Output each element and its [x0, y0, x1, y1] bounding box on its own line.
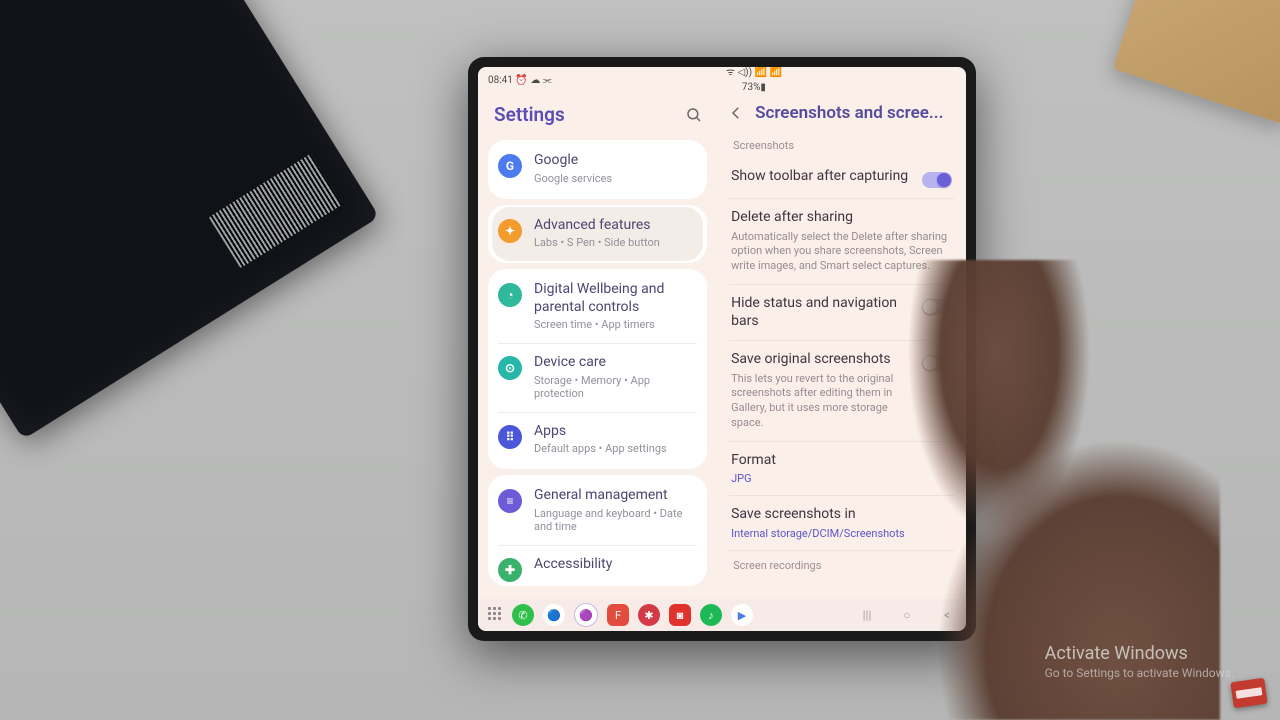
row-title: Show toolbar after capturing: [731, 168, 912, 186]
item-title: Device care: [534, 354, 697, 372]
item-title: Advanced features: [534, 217, 697, 235]
app-phone[interactable]: ✆: [512, 604, 534, 626]
app-drawer-icon[interactable]: [488, 607, 504, 623]
app-flipboard[interactable]: F: [607, 604, 629, 626]
item-sub: Google services: [534, 172, 697, 185]
status-right: ᯤ ◁)) 📶 📶 73%▮: [552, 68, 956, 93]
settings-card-google: G Google Google services: [488, 140, 707, 199]
nav-recents[interactable]: |||: [858, 608, 876, 622]
split-panes: Settings G Google Google services: [478, 91, 966, 601]
item-title: Digital Wellbeing and parental controls: [534, 281, 697, 316]
nav-back[interactable]: <: [938, 608, 956, 622]
row-sub: Automatically select the Delete after sh…: [731, 230, 952, 275]
settings-item-device-care[interactable]: ⊙ Device care Storage • Memory • App pro…: [492, 344, 703, 412]
item-title: Apps: [534, 423, 697, 441]
taskbar: ✆ 🔵 🟣 F ✱ ◙ ♪ ▶ ||| ○ <: [478, 599, 966, 631]
system-nav: ||| ○ <: [858, 608, 956, 622]
detail-header: Screenshots and scree...: [717, 91, 966, 133]
settings-item-general-management[interactable]: ≡ General management Language and keyboa…: [492, 477, 703, 545]
app-yelp[interactable]: ✱: [638, 604, 660, 626]
item-title: General management: [534, 487, 697, 505]
product-box: Galaxy Z Fold6: [0, 0, 379, 439]
apps-icon: ⠿: [498, 425, 522, 449]
item-title: Accessibility: [534, 556, 697, 574]
back-icon[interactable]: [727, 104, 745, 122]
row-sub: This lets you revert to the original scr…: [731, 372, 912, 431]
item-title: Google: [534, 152, 697, 170]
settings-master-pane: Settings G Google Google services: [478, 91, 717, 601]
settings-header: Settings: [478, 91, 717, 134]
item-sub: Storage • Memory • App protection: [534, 374, 697, 400]
item-sub: Language and keyboard • Date and time: [534, 507, 697, 533]
item-sub: Labs • S Pen • Side button: [534, 236, 697, 249]
general-icon: ≡: [498, 489, 522, 513]
wellbeing-icon: ◔: [498, 283, 522, 307]
row-hide-bars[interactable]: Hide status and navigation bars: [729, 285, 954, 341]
watermark-sub: Go to Settings to activate Windows.: [1045, 666, 1234, 680]
settings-item-digital-wellbeing[interactable]: ◔ Digital Wellbeing and parental control…: [492, 271, 703, 343]
detail-title: Screenshots and scree...: [755, 103, 943, 123]
wood-prop: [1113, 0, 1280, 124]
photo-scene: Galaxy Z Fold6 08:41 ⏰ ☁ ⫘ ᯤ ◁)) 📶 📶 73%…: [0, 0, 1280, 720]
screen: 08:41 ⏰ ☁ ⫘ ᯤ ◁)) 📶 📶 73%▮ Settings: [478, 67, 966, 631]
settings-detail-pane: Screenshots and scree... Screenshots Sho…: [717, 91, 966, 601]
app-camera[interactable]: ◙: [669, 604, 691, 626]
settings-title: Settings: [494, 103, 565, 126]
row-title: Format: [731, 452, 952, 470]
barcode-sticker: [209, 154, 343, 268]
item-sub: Screen time • App timers: [534, 318, 697, 331]
section-screen-recordings: Screen recordings: [729, 551, 954, 578]
app-spotify[interactable]: ♪: [700, 604, 722, 626]
advanced-icon: ✦: [498, 219, 522, 243]
settings-item-apps[interactable]: ⠿ Apps Default apps • App settings: [492, 413, 703, 468]
app-messages[interactable]: 🔵: [543, 604, 565, 626]
google-icon: G: [498, 154, 522, 178]
row-value: JPG: [731, 472, 952, 485]
toggle-show-toolbar[interactable]: [922, 172, 952, 188]
row-title: Delete after sharing: [731, 209, 952, 227]
status-bar: 08:41 ⏰ ☁ ⫘ ᯤ ◁)) 📶 📶 73%▮: [478, 67, 966, 91]
row-format[interactable]: Format JPG: [729, 442, 954, 497]
windows-watermark: Activate Windows Go to Settings to activ…: [1045, 643, 1234, 680]
status-time: 08:41: [488, 75, 513, 86]
status-left: 08:41 ⏰ ☁ ⫘: [488, 75, 552, 86]
toggle-hide-bars[interactable]: [922, 299, 952, 315]
settings-item-accessibility[interactable]: ✚ Accessibility: [492, 546, 703, 584]
detail-content[interactable]: Screenshots Show toolbar after capturing…: [717, 133, 966, 601]
channel-badge: [1230, 678, 1267, 708]
toggle-save-original[interactable]: [922, 355, 952, 371]
status-signal-icons: ᯤ ◁)) 📶 📶: [726, 68, 782, 78]
settings-list[interactable]: G Google Google services ✦: [478, 134, 717, 601]
row-delete-after-sharing[interactable]: Delete after sharing Automatically selec…: [729, 199, 954, 285]
row-title: Save screenshots in: [731, 506, 952, 524]
row-show-toolbar[interactable]: Show toolbar after capturing: [729, 158, 954, 199]
device-care-icon: ⊙: [498, 356, 522, 380]
row-title: Hide status and navigation bars: [731, 295, 912, 330]
row-title: Save original screenshots: [731, 351, 912, 369]
search-icon[interactable]: [685, 106, 703, 124]
app-browser[interactable]: 🟣: [574, 603, 598, 627]
accessibility-icon: ✚: [498, 558, 522, 582]
watermark-title: Activate Windows: [1045, 643, 1234, 664]
row-save-original[interactable]: Save original screenshots This lets you …: [729, 341, 954, 442]
taskbar-apps: ✆ 🔵 🟣 F ✱ ◙ ♪ ▶: [512, 603, 753, 627]
item-sub: Default apps • App settings: [534, 442, 697, 455]
settings-item-advanced-features[interactable]: ✦ Advanced features Labs • S Pen • Side …: [492, 207, 703, 262]
device-frame: 08:41 ⏰ ☁ ⫘ ᯤ ◁)) 📶 📶 73%▮ Settings: [468, 57, 976, 641]
settings-card-group: ◔ Digital Wellbeing and parental control…: [488, 269, 707, 469]
status-left-icons: ⏰ ☁ ⫘: [515, 75, 551, 86]
settings-card-advanced: ✦ Advanced features Labs • S Pen • Side …: [488, 205, 707, 264]
settings-card-general: ≡ General management Language and keyboa…: [488, 475, 707, 586]
settings-item-google[interactable]: G Google Google services: [492, 142, 703, 197]
app-play-store[interactable]: ▶: [731, 604, 753, 626]
nav-home[interactable]: ○: [898, 608, 916, 622]
row-value: Internal storage/DCIM/Screenshots: [731, 527, 952, 540]
row-save-location[interactable]: Save screenshots in Internal storage/DCI…: [729, 496, 954, 551]
section-screenshots: Screenshots: [729, 133, 954, 158]
